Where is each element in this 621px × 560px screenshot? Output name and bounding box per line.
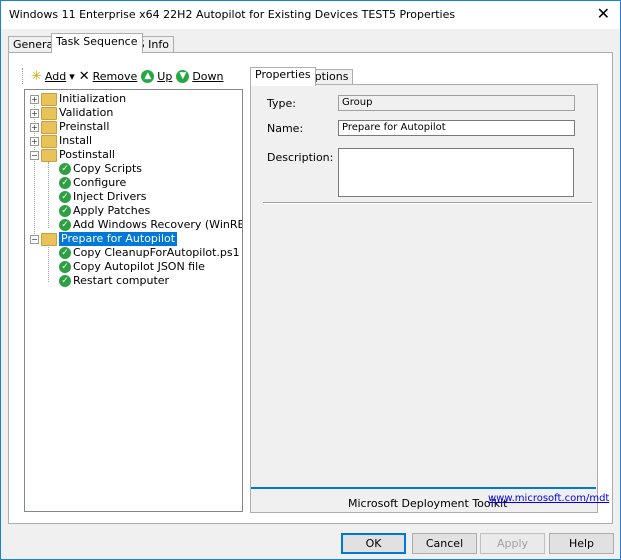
tree-line [48, 244, 49, 282]
collapse-icon[interactable]: − [30, 234, 39, 244]
tree-item-postinstall[interactable]: − Postinstall [30, 148, 115, 162]
check-icon: ✓ [59, 191, 71, 203]
down-label: Down [192, 69, 224, 83]
tree-item-apply-patches[interactable]: ✓ Apply Patches [59, 204, 150, 218]
check-icon: ✓ [59, 275, 71, 287]
expand-icon[interactable]: + [30, 122, 39, 132]
mdt-label: Microsoft Deployment Toolkit [348, 497, 508, 510]
check-icon: ✓ [59, 177, 71, 189]
check-icon: ✓ [59, 247, 71, 259]
tree-item-copy-cleanup[interactable]: ✓ Copy CleanupForAutopilot.ps1 [59, 246, 240, 260]
check-icon: ✓ [59, 205, 71, 217]
tree-item-label: Configure [73, 176, 127, 189]
tree-item-copy-scripts[interactable]: ✓ Copy Scripts [59, 162, 142, 176]
mdt-link[interactable]: www.microsoft.com/mdt [488, 493, 609, 504]
toolbar-grip [22, 68, 25, 84]
tree-item-label: Copy Autopilot JSON file [73, 260, 205, 273]
tree-item-restart-computer[interactable]: ✓ Restart computer [59, 274, 169, 288]
window-title: Windows 11 Enterprise x64 22H2 Autopilot… [9, 8, 456, 21]
type-field: Group [338, 95, 575, 111]
tree-item-install[interactable]: + Install [30, 134, 92, 148]
tab-properties[interactable]: Properties [250, 67, 316, 86]
tree-item-label: Inject Drivers [73, 190, 147, 203]
down-button[interactable]: ▼ Down [176, 69, 224, 83]
tree-item-label: Add Windows Recovery (WinRE) [73, 218, 243, 231]
tree-item-label: Initialization [59, 92, 127, 105]
tree-item-label: Preinstall [59, 120, 110, 133]
tree-item-label: Validation [59, 106, 114, 119]
toolbar: ✳ Add ▾ ✕ Remove ▲ Up ▼ Down [22, 65, 224, 87]
add-button[interactable]: ✳ Add ▾ [31, 69, 75, 84]
footer-accent-bar [251, 487, 596, 489]
check-icon: ✓ [59, 261, 71, 273]
tree-item-label: Install [59, 134, 93, 147]
cancel-button[interactable]: Cancel [412, 533, 477, 554]
help-button[interactable]: Help [549, 533, 614, 554]
remove-icon: ✕ [78, 68, 90, 84]
tree-item-label: Copy CleanupForAutopilot.ps1 [73, 246, 240, 259]
up-button[interactable]: ▲ Up [141, 69, 173, 83]
close-icon[interactable]: ✕ [597, 5, 610, 23]
apply-button: Apply [480, 533, 545, 554]
tree-item-add-winre[interactable]: ✓ Add Windows Recovery (WinRE) [59, 218, 243, 232]
tree-item-preinstall[interactable]: + Preinstall [30, 120, 109, 134]
folder-open-icon [41, 232, 57, 246]
tree-item-label: Restart computer [73, 274, 170, 287]
folder-icon [41, 120, 57, 134]
folder-icon [41, 106, 57, 120]
chevron-down-icon: ▾ [69, 69, 75, 83]
tab-task-sequence[interactable]: Task Sequence [51, 33, 143, 53]
folder-icon [41, 92, 57, 106]
tree-item-copy-autopilot-json[interactable]: ✓ Copy Autopilot JSON file [59, 260, 205, 274]
remove-label: Remove [92, 69, 138, 83]
add-icon: ✳ [31, 68, 42, 84]
tree-item-label: Postinstall [59, 148, 115, 161]
down-arrow-icon: ▼ [176, 69, 190, 83]
check-icon: ✓ [59, 163, 71, 175]
folder-open-icon [41, 148, 57, 162]
tree-item-configure[interactable]: ✓ Configure [59, 176, 126, 190]
ok-button[interactable]: OK [341, 533, 406, 554]
check-icon: ✓ [59, 219, 71, 231]
tree-item-prepare-for-autopilot[interactable]: − Prepare for Autopilot [30, 232, 178, 246]
tree-item-label: Apply Patches [73, 204, 151, 217]
up-arrow-icon: ▲ [141, 69, 155, 83]
folder-icon [41, 134, 57, 148]
tree-item-inject-drivers[interactable]: ✓ Inject Drivers [59, 190, 146, 204]
tree-item-label-selected: Prepare for Autopilot [59, 232, 178, 246]
remove-button[interactable]: ✕ Remove [79, 69, 138, 84]
tree-item-label: Copy Scripts [73, 162, 143, 175]
tree-item-initialization[interactable]: + Initialization [30, 92, 126, 106]
description-field[interactable] [338, 148, 574, 197]
add-label: Add [44, 69, 67, 83]
separator [263, 202, 592, 204]
collapse-icon[interactable]: − [30, 150, 39, 160]
type-label: Type: [267, 97, 296, 110]
title-bar: Windows 11 Enterprise x64 22H2 Autopilot… [1, 1, 620, 29]
expand-icon[interactable]: + [30, 136, 39, 146]
tree-item-validation[interactable]: + Validation [30, 106, 113, 120]
expand-icon[interactable]: + [30, 94, 39, 104]
description-label: Description: [267, 151, 334, 164]
name-field[interactable]: Prepare for Autopilot [338, 120, 575, 136]
name-label: Name: [267, 122, 304, 135]
expand-icon[interactable]: + [30, 108, 39, 118]
tree-line [48, 162, 49, 228]
task-sequence-tree[interactable]: + Initialization + Validation + Preinsta… [24, 89, 243, 512]
up-label: Up [157, 69, 173, 83]
